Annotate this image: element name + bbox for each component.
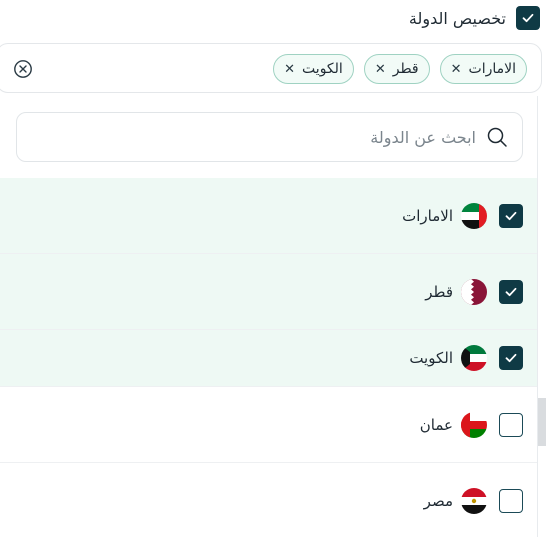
country-option-oman[interactable]: عمان [0, 387, 537, 463]
option-checkbox[interactable] [499, 203, 523, 228]
country-customization-header: تخصيص الدولة [409, 6, 540, 30]
check-icon [522, 13, 534, 23]
uae-flag-icon [461, 202, 487, 229]
header-title: تخصيص الدولة [408, 8, 506, 28]
scrollbar[interactable] [538, 398, 546, 446]
option-label: قطر [425, 282, 453, 301]
remove-chip-icon[interactable]: ✕ [375, 62, 386, 77]
chip-qatar: قطر ✕ [363, 54, 430, 84]
chip-label: الامارات [468, 61, 516, 77]
oman-flag-icon [461, 411, 487, 438]
search-icon [487, 127, 507, 147]
country-dropdown: ابحث عن الدولة الامارات قطر الكويت عمان … [0, 96, 538, 537]
option-checkbox[interactable] [499, 346, 523, 370]
check-icon [505, 353, 517, 363]
chip-uae: الامارات ✕ [439, 54, 527, 84]
kuwait-flag-icon [461, 345, 487, 371]
option-label: الكويت [409, 349, 453, 367]
option-checkbox[interactable] [499, 279, 523, 304]
option-checkbox[interactable] [499, 489, 523, 513]
country-option-uae[interactable]: الامارات [0, 178, 537, 254]
customize-country-checkbox[interactable] [516, 6, 540, 30]
option-label: مصر [423, 492, 453, 510]
option-label: الامارات [402, 206, 453, 225]
option-checkbox[interactable] [499, 412, 523, 437]
country-option-qatar[interactable]: قطر [0, 254, 537, 330]
country-search-input[interactable]: ابحث عن الدولة [16, 112, 523, 162]
option-label: عمان [419, 415, 453, 434]
check-icon [505, 211, 517, 220]
qatar-flag-icon [461, 278, 487, 305]
chip-label: قطر [392, 61, 419, 77]
chip-label: الكويت [302, 61, 343, 77]
remove-chip-icon[interactable]: ✕ [451, 62, 462, 77]
clear-all-icon[interactable] [13, 59, 33, 79]
search-placeholder: ابحث عن الدولة [370, 127, 476, 147]
selected-countries-field[interactable]: الامارات ✕ قطر ✕ الكويت ✕ [0, 43, 542, 93]
chip-list: الامارات ✕ قطر ✕ الكويت ✕ [273, 54, 527, 84]
country-option-kuwait[interactable]: الكويت [0, 330, 537, 387]
check-icon [505, 287, 517, 296]
egypt-flag-icon [461, 488, 487, 514]
country-option-egypt[interactable]: مصر [0, 463, 537, 537]
remove-chip-icon[interactable]: ✕ [284, 62, 295, 77]
chip-kuwait: الكويت ✕ [273, 54, 354, 84]
